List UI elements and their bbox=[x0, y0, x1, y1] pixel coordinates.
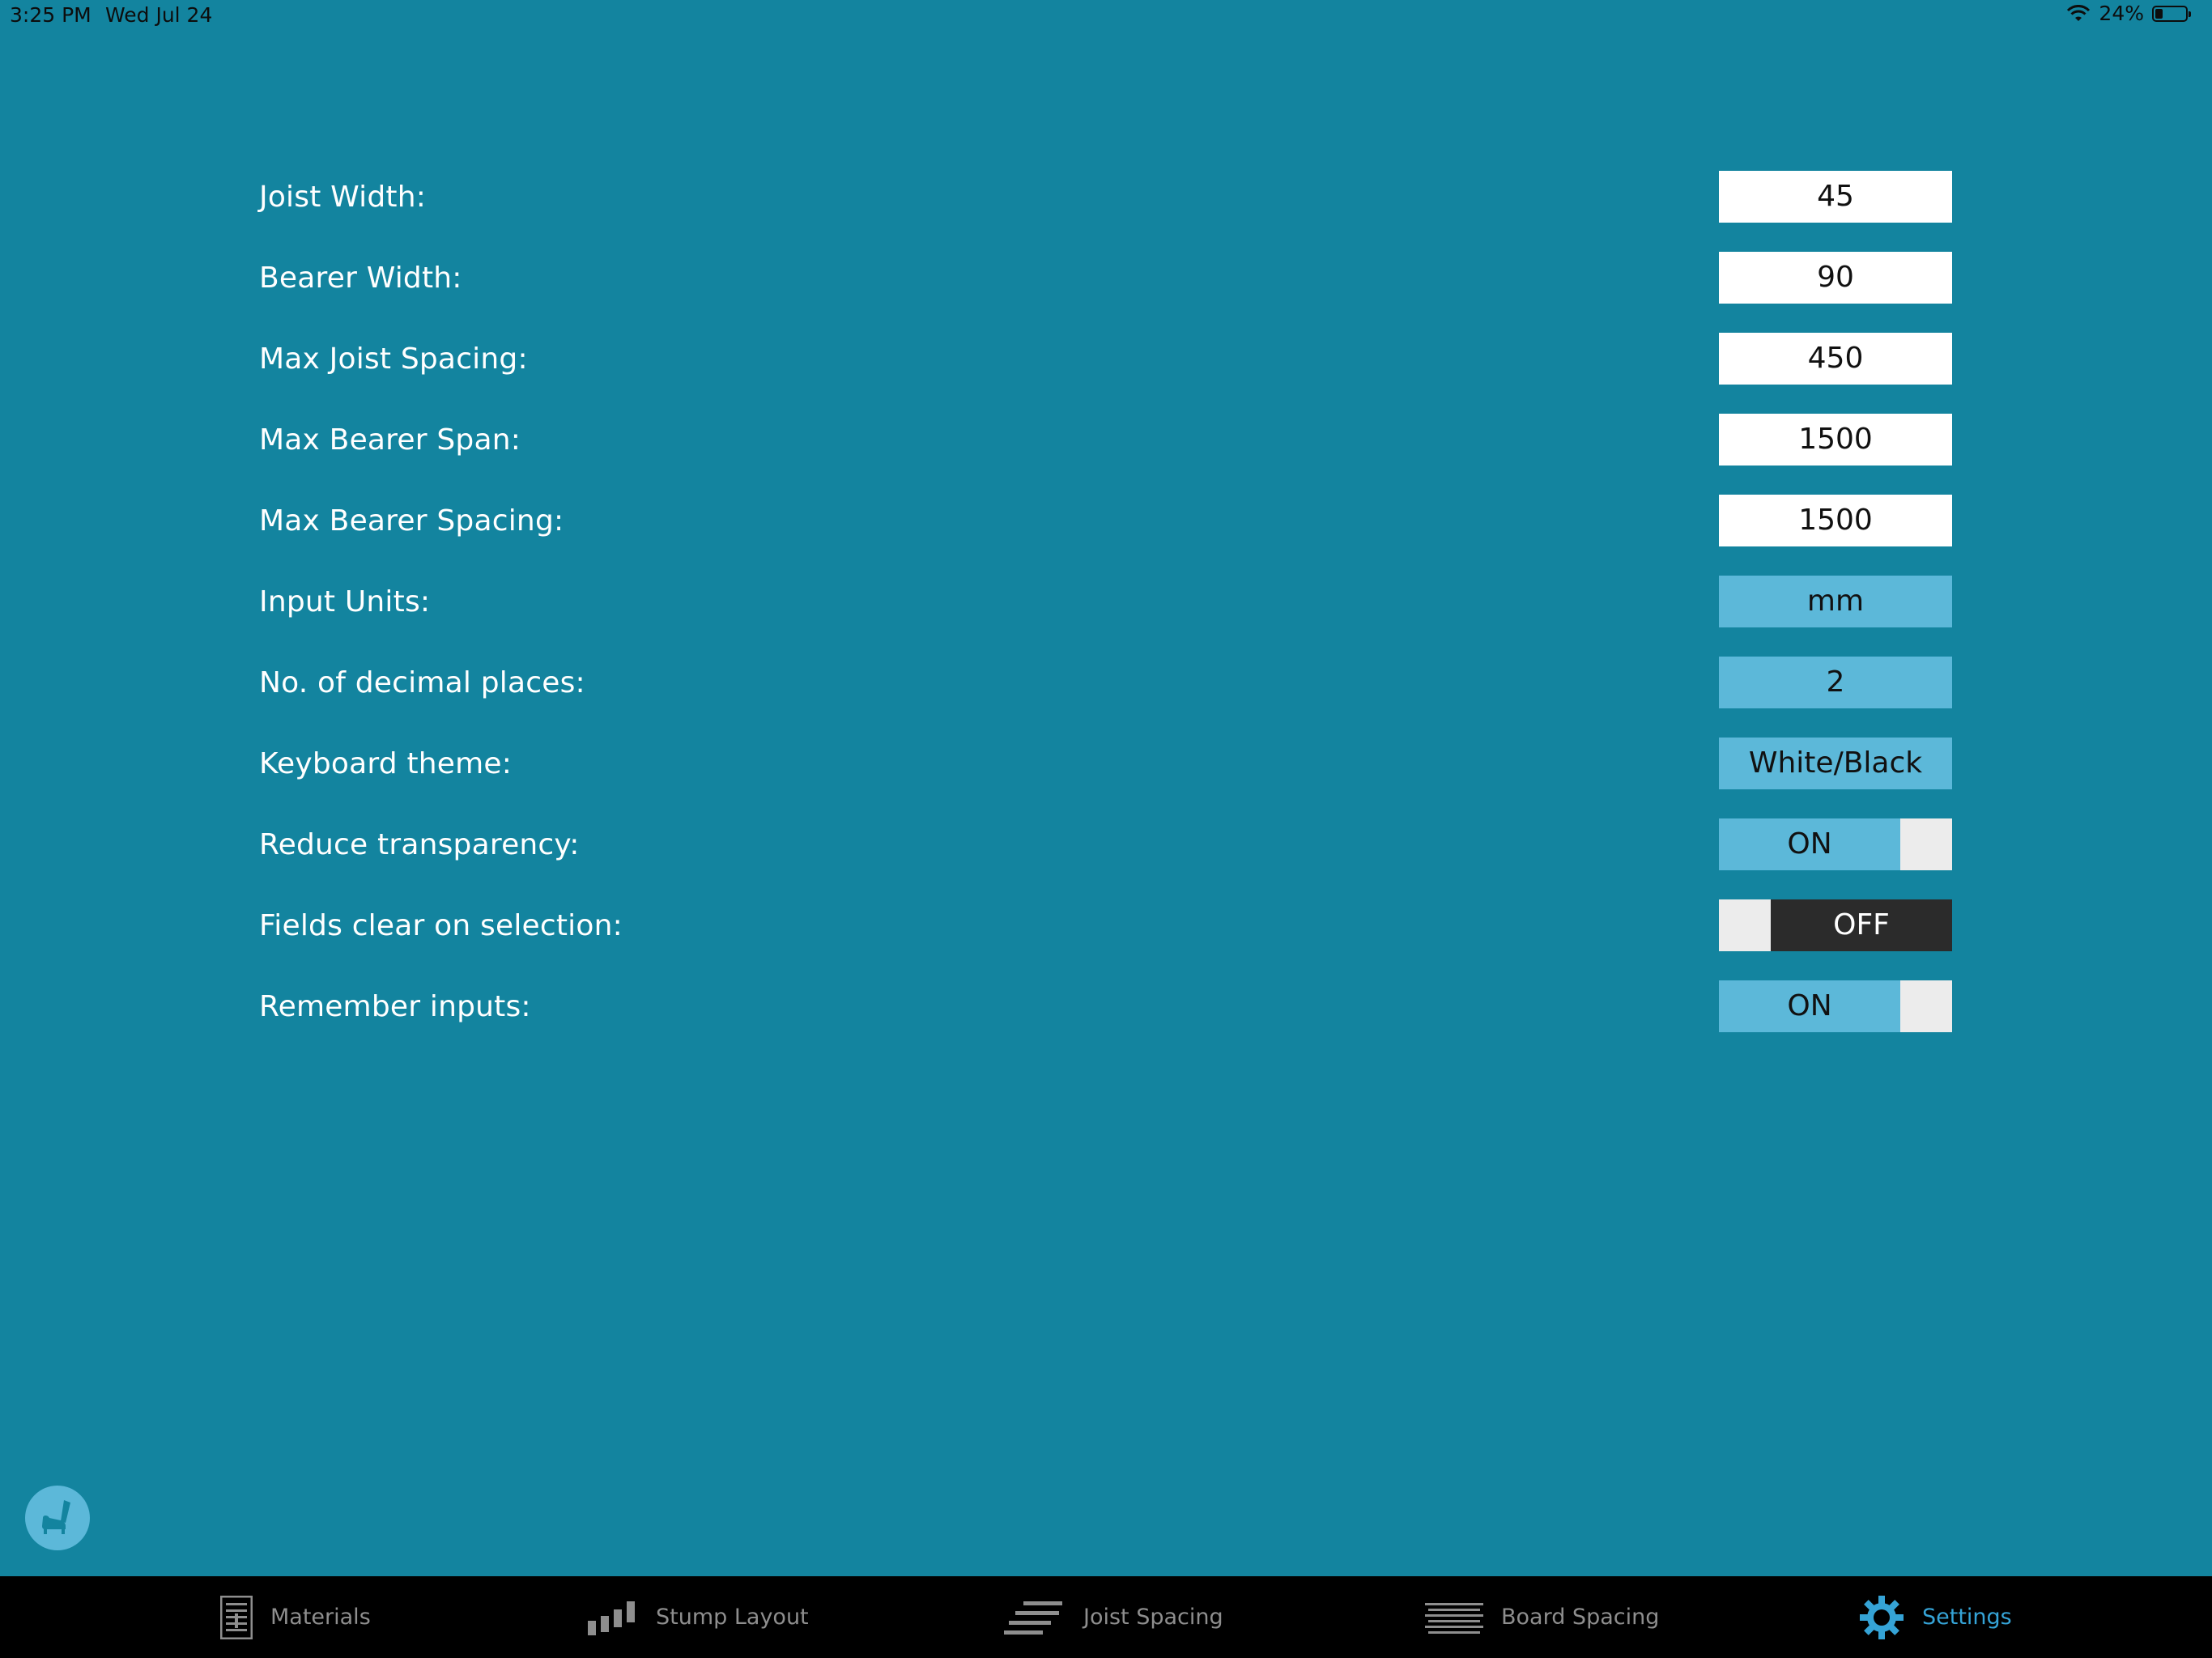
toggle-state-label: OFF bbox=[1771, 899, 1952, 951]
fields-clear-on-selection-toggle[interactable]: OFF bbox=[1719, 899, 1952, 951]
setting-label: Max Joist Spacing: bbox=[259, 342, 528, 376]
setting-label: Keyboard theme: bbox=[259, 747, 513, 780]
boards-icon bbox=[1425, 1601, 1483, 1634]
setting-label: Input Units: bbox=[259, 585, 431, 619]
setting-label: Reduce transparency: bbox=[259, 828, 580, 861]
tab-label: Materials bbox=[270, 1605, 371, 1630]
setting-row-joist-width: Joist Width: 45 bbox=[259, 171, 1952, 223]
toggle-state-label: ON bbox=[1719, 980, 1900, 1032]
status-bar: 3:25 PM Wed Jul 24 24% bbox=[0, 0, 2212, 32]
setting-label: Max Bearer Span: bbox=[259, 423, 521, 457]
setting-row-keyboard-theme: Keyboard theme: White/Black bbox=[259, 738, 1952, 789]
setting-label: Remember inputs: bbox=[259, 990, 531, 1023]
input-units-select[interactable]: mm bbox=[1719, 576, 1952, 627]
setting-row-input-units: Input Units: mm bbox=[259, 576, 1952, 627]
max-bearer-span-field[interactable]: 1500 bbox=[1719, 414, 1952, 466]
status-time: 3:25 PM bbox=[10, 3, 91, 27]
tab-board-spacing[interactable]: Board Spacing bbox=[1425, 1576, 1659, 1658]
setting-label: No. of decimal places: bbox=[259, 666, 585, 699]
status-indicators: 24% bbox=[2066, 2, 2191, 25]
setting-label: Max Bearer Spacing: bbox=[259, 504, 564, 538]
setting-row-max-bearer-spacing: Max Bearer Spacing: 1500 bbox=[259, 495, 1952, 546]
status-date: Wed Jul 24 bbox=[105, 3, 213, 27]
tab-label: Settings bbox=[1922, 1605, 2012, 1630]
battery-icon bbox=[2152, 5, 2191, 22]
tab-bar: Materials Stump Layout Joist Spacing Boa… bbox=[0, 1576, 2212, 1658]
setting-row-max-bearer-span: Max Bearer Span: 1500 bbox=[259, 414, 1952, 466]
toggle-knob bbox=[1719, 899, 1771, 951]
setting-row-max-joist-spacing: Max Joist Spacing: 450 bbox=[259, 333, 1952, 385]
setting-label: Joist Width: bbox=[259, 181, 427, 214]
chair-icon bbox=[36, 1495, 79, 1541]
gear-icon bbox=[1859, 1595, 1904, 1640]
tab-label: Board Spacing bbox=[1501, 1605, 1660, 1630]
wifi-icon bbox=[2066, 4, 2091, 23]
setting-row-bearer-width: Bearer Width: 90 bbox=[259, 252, 1952, 304]
battery-fill bbox=[2155, 8, 2163, 19]
remember-inputs-toggle[interactable]: ON bbox=[1719, 980, 1952, 1032]
help-button[interactable] bbox=[25, 1486, 90, 1550]
max-joist-spacing-field[interactable]: 450 bbox=[1719, 333, 1952, 385]
tab-label: Stump Layout bbox=[656, 1605, 809, 1630]
tab-label: Joist Spacing bbox=[1083, 1605, 1223, 1630]
stumps-icon bbox=[586, 1598, 638, 1637]
toggle-knob bbox=[1900, 818, 1952, 870]
joists-icon bbox=[1004, 1600, 1066, 1635]
toggle-state-label: ON bbox=[1719, 818, 1900, 870]
document-icon bbox=[220, 1595, 253, 1639]
setting-row-remember-inputs: Remember inputs: ON bbox=[259, 980, 1952, 1032]
bearer-width-field[interactable]: 90 bbox=[1719, 252, 1952, 304]
tab-stump-layout[interactable]: Stump Layout bbox=[586, 1576, 809, 1658]
toggle-knob bbox=[1900, 980, 1952, 1032]
setting-row-reduce-transparency: Reduce transparency: ON bbox=[259, 818, 1952, 870]
tab-settings[interactable]: Settings bbox=[1859, 1576, 2012, 1658]
setting-row-fields-clear: Fields clear on selection: OFF bbox=[259, 899, 1952, 951]
setting-row-decimal-places: No. of decimal places: 2 bbox=[259, 657, 1952, 708]
joist-width-field[interactable]: 45 bbox=[1719, 171, 1952, 223]
settings-screen: 3:25 PM Wed Jul 24 24% Joist Width: 45 B… bbox=[0, 0, 2212, 1658]
tab-joist-spacing[interactable]: Joist Spacing bbox=[1004, 1576, 1223, 1658]
setting-label: Fields clear on selection: bbox=[259, 909, 623, 942]
max-bearer-spacing-field[interactable]: 1500 bbox=[1719, 495, 1952, 546]
setting-label: Bearer Width: bbox=[259, 261, 462, 295]
reduce-transparency-toggle[interactable]: ON bbox=[1719, 818, 1952, 870]
battery-percent: 24% bbox=[2099, 2, 2144, 25]
decimal-places-select[interactable]: 2 bbox=[1719, 657, 1952, 708]
keyboard-theme-select[interactable]: White/Black bbox=[1719, 738, 1952, 789]
tab-materials[interactable]: Materials bbox=[220, 1576, 371, 1658]
